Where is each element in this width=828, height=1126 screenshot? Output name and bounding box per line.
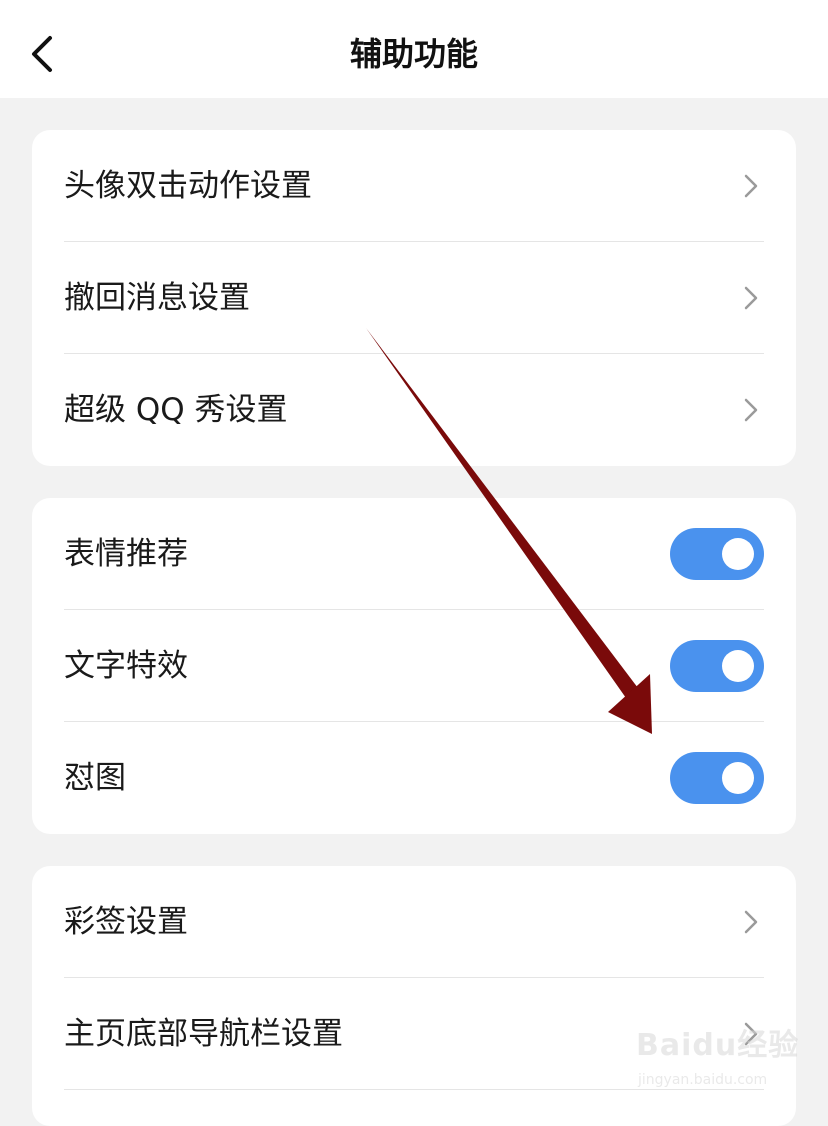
settings-group-3: 彩签设置 主页底部导航栏设置 [32, 866, 796, 1126]
setting-label: 超级 QQ 秀设置 [64, 392, 288, 428]
toggle-knob [722, 762, 754, 794]
setting-label: 撤回消息设置 [64, 280, 250, 316]
chevron-right-icon [744, 174, 758, 198]
setting-row-text-effects: 文字特效 [32, 610, 796, 722]
setting-label: 头像双击动作设置 [64, 168, 312, 204]
row-divider [64, 1089, 764, 1090]
setting-label: 怼图 [64, 760, 126, 796]
header-bar: 辅助功能 [0, 0, 828, 98]
setting-row-reaction-image: 怼图 [32, 722, 796, 834]
chevron-right-icon [744, 1022, 758, 1046]
reaction-image-toggle[interactable] [670, 752, 764, 804]
setting-label: 主页底部导航栏设置 [64, 1016, 343, 1052]
toggle-knob [722, 650, 754, 682]
setting-label: 文字特效 [64, 648, 188, 684]
toggle-knob [722, 538, 754, 570]
settings-group-1: 头像双击动作设置 撤回消息设置 超级 QQ 秀设置 [32, 130, 796, 466]
chevron-right-icon [744, 286, 758, 310]
setting-row-super-qq-show[interactable]: 超级 QQ 秀设置 [32, 354, 796, 466]
setting-row-recall-message[interactable]: 撤回消息设置 [32, 242, 796, 354]
settings-group-2: 表情推荐 文字特效 怼图 [32, 498, 796, 834]
setting-row-avatar-double-tap[interactable]: 头像双击动作设置 [32, 130, 796, 242]
chevron-right-icon [744, 910, 758, 934]
setting-row-color-tags[interactable]: 彩签设置 [32, 866, 796, 978]
chevron-right-icon [744, 398, 758, 422]
page-title: 辅助功能 [349, 35, 478, 73]
setting-label: 彩签设置 [64, 904, 188, 940]
setting-label: 表情推荐 [64, 536, 188, 572]
setting-row-emoji-recommend: 表情推荐 [32, 498, 796, 610]
emoji-recommend-toggle[interactable] [670, 528, 764, 580]
setting-row-home-bottom-nav[interactable]: 主页底部导航栏设置 [32, 978, 796, 1090]
text-effects-toggle[interactable] [670, 640, 764, 692]
